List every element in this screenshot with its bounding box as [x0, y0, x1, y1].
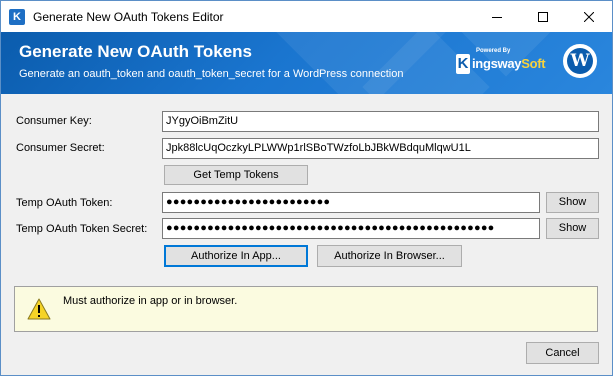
wordpress-logo: W: [563, 44, 597, 78]
show-temp-token-button[interactable]: Show: [546, 192, 599, 213]
banner-subtitle: Generate an oauth_token and oauth_token_…: [19, 68, 404, 80]
maximize-icon: [538, 11, 548, 22]
message-text: Must authorize in app or in browser.: [63, 295, 238, 307]
consumer-key-label: Consumer Key:: [16, 115, 92, 127]
authorize-in-app-button[interactable]: Authorize In App...: [164, 245, 308, 267]
authorize-in-browser-button[interactable]: Authorize In Browser...: [317, 245, 462, 267]
consumer-secret-label: Consumer Secret:: [16, 142, 105, 154]
kingswaysoft-wordmark: ingswaySoft: [472, 56, 546, 71]
warning-icon: [27, 298, 51, 320]
close-icon: [584, 11, 594, 22]
get-temp-tokens-button[interactable]: Get Temp Tokens: [164, 165, 308, 185]
editor-window: K Generate New OAuth Tokens Editor Gener…: [0, 0, 613, 376]
banner-title: Generate New OAuth Tokens: [19, 42, 253, 61]
window-title: Generate New OAuth Tokens Editor: [33, 10, 224, 24]
maximize-button[interactable]: [520, 1, 566, 32]
temp-oauth-token-secret-label: Temp OAuth Token Secret:: [16, 223, 148, 235]
consumer-secret-input[interactable]: Jpk88lcUqOczkyLPLWWp1rlSBoTWzfoLbJBkWBdq…: [162, 138, 599, 159]
cancel-button[interactable]: Cancel: [526, 342, 599, 364]
brand-name-a: ingsway: [472, 56, 522, 71]
temp-oauth-token-input[interactable]: ●●●●●●●●●●●●●●●●●●●●●●●●: [162, 192, 540, 213]
message-panel: Must authorize in app or in browser.: [14, 286, 598, 332]
wordpress-w-mark: W: [567, 48, 593, 74]
minimize-button[interactable]: [474, 1, 520, 32]
consumer-key-input[interactable]: JYgyOiBmZitU: [162, 111, 599, 132]
powered-by-text: Powered By: [476, 48, 511, 54]
minimize-icon: [492, 16, 502, 18]
show-temp-token-secret-button[interactable]: Show: [546, 218, 599, 239]
temp-oauth-token-label: Temp OAuth Token:: [16, 197, 113, 209]
close-button[interactable]: [566, 1, 612, 32]
title-bar[interactable]: K Generate New OAuth Tokens Editor: [1, 1, 612, 32]
brand-name-b: Soft: [521, 56, 546, 71]
header-banner: Generate New OAuth Tokens Generate an oa…: [1, 32, 612, 94]
kingswaysoft-k-mark: K: [456, 54, 470, 74]
kingswaysoft-logo: Powered By K ingswaySoft: [456, 48, 546, 78]
temp-oauth-token-secret-input[interactable]: ●●●●●●●●●●●●●●●●●●●●●●●●●●●●●●●●●●●●●●●●…: [162, 218, 540, 239]
kingswaysoft-app-icon: K: [9, 9, 25, 25]
